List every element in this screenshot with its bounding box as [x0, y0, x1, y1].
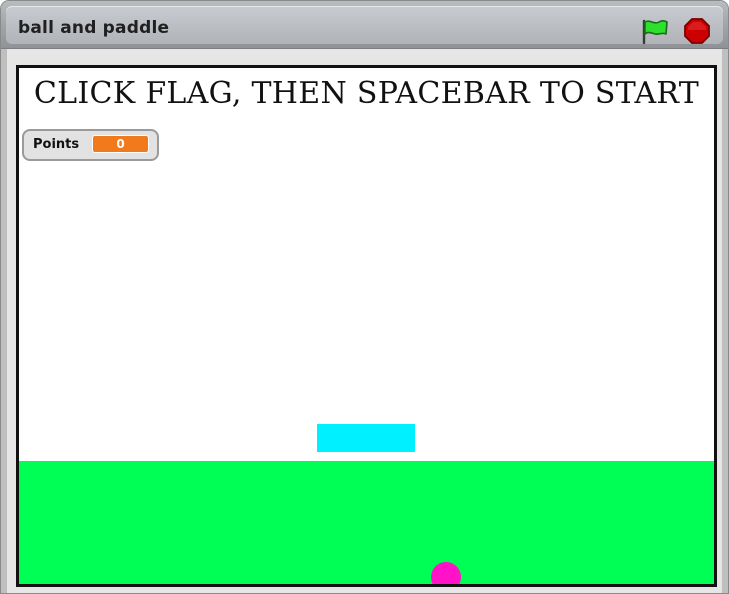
title-bar-inner: ball and paddle	[6, 6, 723, 45]
ground-sprite	[19, 461, 714, 584]
variable-value: 0	[92, 135, 149, 153]
project-title: ball and paddle	[18, 18, 170, 38]
title-bar: ball and paddle	[1, 1, 728, 49]
paddle-sprite[interactable]	[317, 424, 415, 452]
stop-sign-icon	[684, 18, 710, 44]
variable-label: Points	[33, 137, 80, 152]
stop-button[interactable]	[683, 17, 711, 45]
green-flag-icon	[642, 19, 668, 45]
stage[interactable]: CLICK FLAG, THEN SPACEBAR TO START Point…	[16, 65, 717, 587]
stage-instruction-text: CLICK FLAG, THEN SPACEBAR TO START	[33, 76, 700, 111]
green-flag-button[interactable]	[640, 17, 670, 45]
points-variable-monitor[interactable]: Points 0	[22, 129, 159, 161]
ball-sprite[interactable]	[431, 562, 461, 584]
